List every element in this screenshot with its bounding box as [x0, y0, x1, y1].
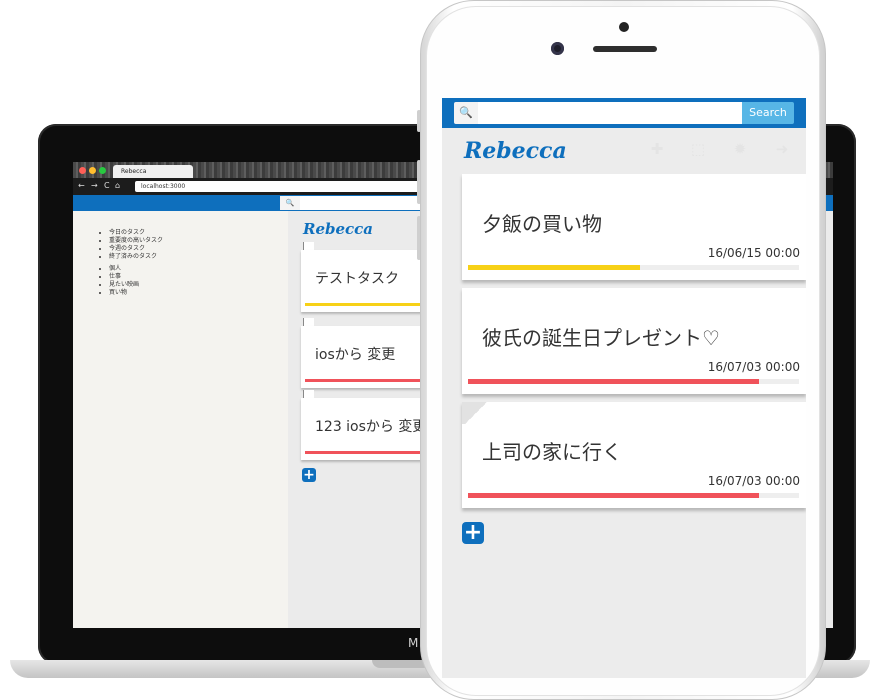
progress-fill [468, 493, 760, 498]
laptop-search-input[interactable] [300, 196, 420, 210]
task-card[interactable]: 夕飯の買い物 16/06/15 00:00 [462, 174, 806, 280]
sidebar-categories: 個人 仕事 見たい映画 買い物 [101, 265, 139, 297]
phone-sensor [619, 22, 629, 32]
maximize-window-icon[interactable] [99, 167, 106, 174]
task-date: 16/06/15 00:00 [707, 246, 800, 260]
task-card[interactable]: 彼氏の誕生日プレゼント♡ 16/07/03 00:00 [462, 288, 806, 394]
task-date: 16/07/03 00:00 [707, 474, 800, 488]
progress-track [468, 493, 799, 498]
task-title: テストタスク [315, 271, 399, 287]
sidebar-item-movies[interactable]: 見たい映画 [109, 281, 139, 289]
sidebar-item-important[interactable]: 重要度の高いタスク [109, 237, 163, 245]
sidebar-item-completed[interactable]: 終了済みのタスク [109, 253, 163, 261]
close-window-icon[interactable] [79, 167, 86, 174]
settings-icon[interactable]: ✚ [648, 140, 666, 158]
search-icon[interactable]: 🔍 [454, 102, 478, 124]
search-button[interactable]: Search [742, 102, 794, 124]
sidebar-item-shopping[interactable]: 買い物 [109, 289, 139, 297]
task-title: 上司の家に行く [482, 440, 622, 464]
task-card[interactable]: 上司の家に行く 16/07/03 00:00 [462, 402, 806, 508]
laptop-logo: Rebecca [303, 220, 374, 238]
front-camera-icon [551, 42, 564, 55]
progress-track [468, 379, 799, 384]
sidebar-item-work[interactable]: 仕事 [109, 273, 139, 281]
progress-track [468, 265, 799, 270]
progress-fill [468, 265, 641, 270]
task-date: 16/07/03 00:00 [707, 360, 800, 374]
task-title: 彼氏の誕生日プレゼント♡ [482, 326, 720, 350]
forward-arrow-icon[interactable]: → [91, 180, 98, 192]
add-task-button[interactable]: + [462, 522, 484, 544]
home-icon[interactable]: ⌂ [115, 180, 120, 192]
laptop-search-icon[interactable]: 🔍 [280, 196, 300, 210]
task-title: 123 iosから 変更 [315, 419, 427, 435]
progress-fill [468, 379, 760, 384]
search-input[interactable] [478, 102, 742, 124]
star-icon[interactable]: ✹ [731, 140, 749, 158]
back-arrow-icon[interactable]: ← [78, 180, 85, 192]
sidebar-item-personal[interactable]: 個人 [109, 265, 139, 273]
phone-screen: 🔍 Search Rebecca ✚ ⬚ ✹ ➜ 夕飯の買い物 16/06/15… [442, 98, 806, 678]
browser-tab[interactable]: Rebecca [113, 165, 193, 178]
reload-icon[interactable]: C [104, 180, 110, 192]
sidebar-item-today[interactable]: 今日のタスク [109, 229, 163, 237]
add-task-button[interactable]: + [302, 468, 316, 482]
sidebar-smart-lists: 今日のタスク 重要度の高いタスク 今週のタスク 終了済みのタスク [101, 229, 163, 261]
sidebar-item-this-week[interactable]: 今週のタスク [109, 245, 163, 253]
address-bar[interactable]: localhost:3000 [135, 181, 435, 192]
trash-icon[interactable]: ⬚ [689, 140, 707, 158]
task-title: iosから 変更 [315, 347, 396, 363]
task-checkbox[interactable] [462, 402, 490, 424]
minimize-window-icon[interactable] [89, 167, 96, 174]
app-logo: Rebecca [464, 138, 567, 164]
task-title: 夕飯の買い物 [482, 212, 602, 236]
laptop-model-label: M [408, 636, 419, 650]
signout-icon[interactable]: ➜ [773, 140, 791, 158]
phone-speaker [593, 46, 657, 52]
